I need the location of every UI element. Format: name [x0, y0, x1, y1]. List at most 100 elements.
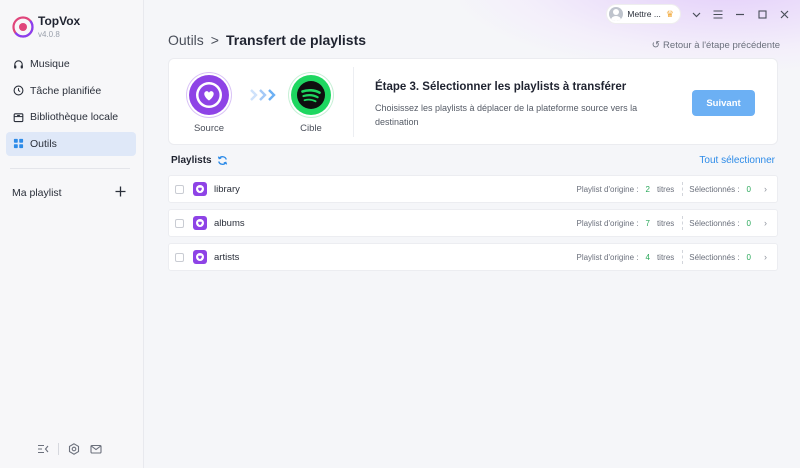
playlist-list: library Playlist d'origine : 2 titres Sé…: [168, 175, 778, 277]
account-label: Mettre ...: [627, 9, 661, 19]
gear-icon: [68, 443, 80, 455]
maximize-icon: [757, 9, 767, 19]
meta-separator: [682, 216, 684, 230]
transfer-step-card: Source Cible Étape 3. Sélectionner les p…: [168, 58, 778, 145]
sidebar-item-bibliotheque-locale[interactable]: Bibliothèque locale: [6, 105, 136, 129]
menu-button[interactable]: [712, 8, 724, 20]
playlists-title: Playlists: [171, 155, 212, 166]
playlist-checkbox[interactable]: [175, 218, 184, 228]
selected-count: 0: [746, 252, 751, 262]
sidebar-nav: Musique Tâche planifiée Bibliothèque loc…: [6, 52, 136, 158]
app-window: TopVox v4.0.8 Musique Tâche planifiée Bi…: [0, 0, 800, 468]
app-name: TopVox: [38, 14, 81, 28]
breadcrumb-root[interactable]: Outils: [168, 32, 204, 48]
sidebar-item-musique[interactable]: Musique: [6, 52, 136, 76]
brand: TopVox v4.0.8: [12, 14, 80, 41]
headphones-icon: [12, 58, 24, 70]
account-upgrade-button[interactable]: Mettre ... ♛: [607, 5, 680, 23]
collapse-sidebar-button[interactable]: [36, 442, 50, 456]
selected-label: Sélectionnés :: [689, 184, 740, 194]
sidebar-item-label: Musique: [30, 58, 70, 70]
selected-count: 0: [746, 184, 751, 194]
playlist-music-icon: [193, 250, 207, 264]
app-version: v4.0.8: [38, 30, 60, 39]
playlist-name: albums: [214, 217, 245, 229]
playlist-music-icon: [193, 216, 207, 230]
playlist-row-artists[interactable]: artists Playlist d'origine : 4 titres Sé…: [168, 243, 778, 271]
chevron-right-icon: ›: [764, 184, 767, 194]
sidebar-item-label: Outils: [30, 137, 57, 150]
close-button[interactable]: [778, 8, 790, 20]
chevron-right-icon: ›: [764, 218, 767, 228]
sidebar: TopVox v4.0.8 Musique Tâche planifiée Bi…: [0, 0, 144, 468]
mail-icon: [90, 444, 102, 454]
footer-separator: [58, 443, 59, 455]
target-label: Cible: [300, 123, 322, 134]
playlist-checkbox[interactable]: [175, 252, 184, 262]
title-bar-controls: Mettre ... ♛: [607, 5, 790, 23]
titles-label: titres: [656, 184, 675, 194]
sidebar-footer: [36, 442, 103, 456]
origin-count: 4: [645, 252, 650, 262]
clock-icon: [12, 85, 24, 97]
close-icon: [780, 10, 788, 18]
playlist-name: library: [214, 183, 240, 195]
origin-label: Playlist d'origine :: [576, 184, 639, 194]
selected-label: Sélectionnés :: [689, 218, 740, 228]
my-playlist-section: Ma playlist: [12, 186, 126, 199]
collapse-icon: [38, 444, 49, 454]
sidebar-item-tache-planifiee[interactable]: Tâche planifiée: [6, 79, 136, 103]
origin-label: Playlist d'origine :: [576, 218, 639, 228]
breadcrumb-separator: >: [210, 32, 219, 48]
refresh-icon: [217, 156, 227, 165]
my-playlist-label[interactable]: Ma playlist: [12, 187, 62, 199]
next-button[interactable]: Suivant: [692, 90, 755, 116]
titles-label: titres: [656, 252, 675, 262]
spotify-icon: [291, 75, 331, 115]
playlist-row-albums[interactable]: albums Playlist d'origine : 7 titres Sél…: [168, 209, 778, 237]
source-label: Source: [193, 123, 225, 134]
playlist-row-library[interactable]: library Playlist d'origine : 2 titres Sé…: [168, 175, 778, 203]
mail-button[interactable]: [89, 442, 103, 456]
select-all-link[interactable]: Tout sélectionner: [699, 155, 775, 166]
playlist-music-icon: [193, 182, 207, 196]
account-dropdown-button[interactable]: [690, 8, 702, 20]
maximize-button[interactable]: [756, 8, 768, 20]
playlist-meta: Playlist d'origine : 7 titres Sélectionn…: [576, 216, 767, 230]
playlist-checkbox[interactable]: [175, 184, 184, 194]
sidebar-item-outils[interactable]: Outils: [6, 131, 136, 156]
back-to-previous-step-link[interactable]: ↺ Retour à l'étape précédente: [652, 40, 780, 51]
card-divider: [353, 67, 354, 137]
playlists-header: Playlists: [171, 155, 228, 166]
playlist-name: artists: [214, 251, 240, 263]
avatar: [609, 7, 624, 21]
selected-count: 0: [746, 218, 751, 228]
source-service: Source: [189, 75, 229, 134]
refresh-button[interactable]: [217, 155, 228, 166]
selected-label: Sélectionnés :: [689, 252, 740, 262]
back-link-label: Retour à l'étape précédente: [663, 40, 780, 51]
sidebar-item-label: Bibliothèque locale: [30, 111, 119, 123]
meta-separator: [682, 250, 684, 264]
origin-count: 2: [645, 184, 650, 194]
plus-icon: [115, 186, 126, 197]
settings-button[interactable]: [67, 442, 81, 456]
origin-label: Playlist d'origine :: [576, 252, 639, 262]
minimize-button[interactable]: [734, 8, 746, 20]
breadcrumb: Outils > Transfert de playlists: [168, 32, 366, 48]
playlist-meta: Playlist d'origine : 4 titres Sélectionn…: [576, 250, 767, 264]
sidebar-divider: [10, 168, 130, 169]
page-title: Transfert de playlists: [225, 32, 367, 48]
source-music-icon: [189, 75, 229, 115]
transfer-arrow-icon: [249, 87, 279, 103]
origin-count: 7: [645, 218, 650, 228]
add-playlist-button[interactable]: [115, 186, 126, 199]
crown-icon: ♛: [665, 8, 674, 19]
main-panel: Mettre ... ♛ Outils > Transfert de playl…: [144, 0, 800, 468]
menu-icon: [713, 9, 723, 19]
step-description: Choisissez les playlists à déplacer de l…: [375, 103, 638, 127]
target-service: Cible: [291, 75, 331, 134]
grid-icon: [12, 138, 24, 150]
meta-separator: [682, 182, 684, 196]
titles-label: titres: [656, 218, 675, 228]
